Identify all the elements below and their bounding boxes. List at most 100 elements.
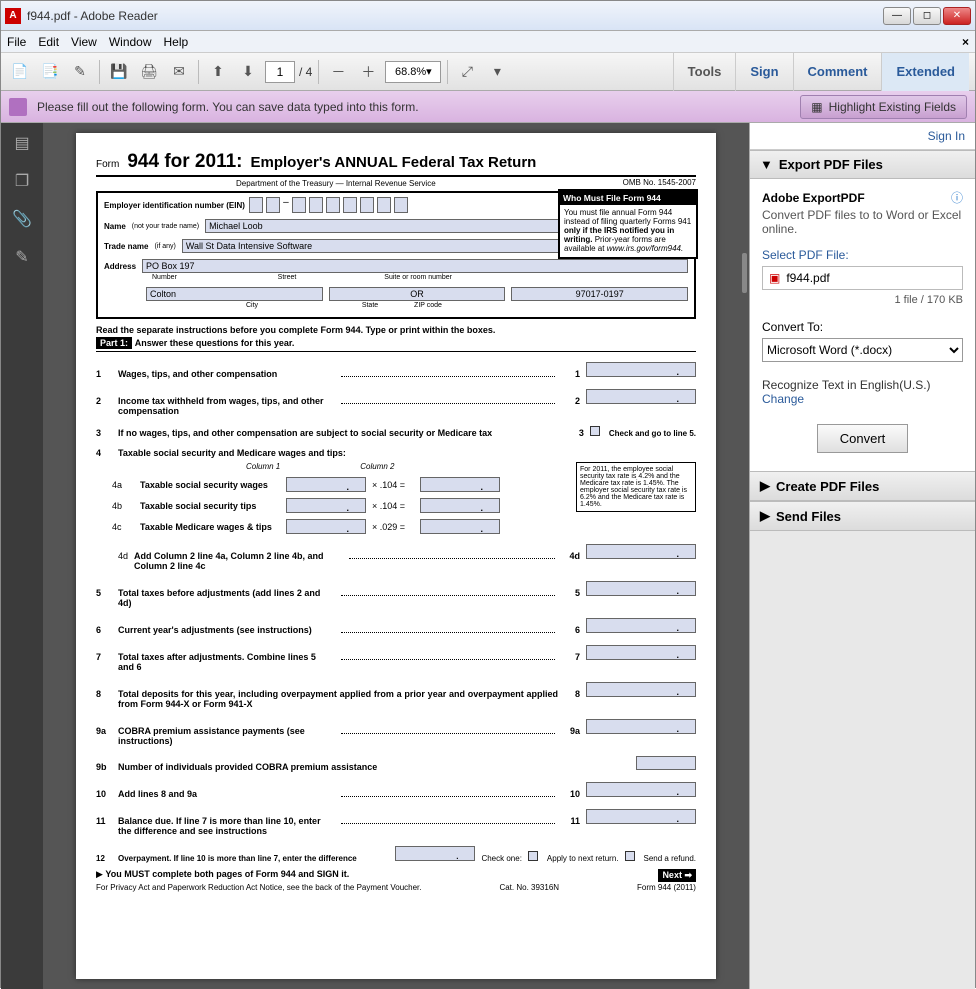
line10-amount[interactable] (586, 782, 696, 797)
highlight-fields-button[interactable]: ▦ Highlight Existing Fields (800, 95, 967, 119)
help-icon[interactable]: ⓘ (951, 189, 963, 206)
street-field[interactable]: PO Box 197 (142, 259, 688, 273)
addr-state-label: State (352, 302, 388, 309)
line6-amount[interactable] (586, 618, 696, 633)
line-2: 2Income tax withheld from wages, tips, a… (96, 389, 696, 416)
send-refund-checkbox[interactable] (625, 851, 635, 861)
tab-tools[interactable]: Tools (673, 53, 736, 91)
line4a-col1[interactable] (286, 477, 366, 492)
zoom-in-icon[interactable]: ＋ (355, 59, 381, 85)
ein-field[interactable]: – (249, 197, 408, 213)
addr-zip-label: ZIP code (388, 302, 468, 309)
line9a-amount[interactable] (586, 719, 696, 734)
menu-bar: File Edit View Window Help × (1, 31, 975, 53)
line11-amount[interactable] (586, 809, 696, 824)
print-icon[interactable]: 🖨 (136, 59, 162, 85)
menu-help[interactable]: Help (164, 35, 189, 49)
page-number-input[interactable] (265, 61, 295, 83)
create-header-label: Create PDF Files (776, 479, 879, 494)
apply-next-checkbox[interactable] (528, 851, 538, 861)
zip-field[interactable]: 97017-0197 (511, 287, 688, 301)
selected-file-box[interactable]: ▣ f944.pdf (762, 266, 963, 290)
minimize-button[interactable]: — (883, 7, 911, 25)
change-link[interactable]: Change (762, 392, 963, 406)
convert-button[interactable]: Convert (817, 424, 909, 453)
zoom-out-icon[interactable]: － (325, 59, 351, 85)
tab-comment[interactable]: Comment (793, 53, 882, 91)
selected-filename: f944.pdf (786, 271, 829, 285)
email-icon[interactable]: ✉ (166, 59, 192, 85)
sign-in-link[interactable]: Sign In (750, 123, 975, 150)
line4c-col1[interactable] (286, 519, 366, 534)
pdf-icon: ▣ (769, 271, 780, 285)
line4b-col2[interactable] (420, 498, 500, 513)
fit-icon[interactable]: ⤢ (454, 59, 480, 85)
tab-sign[interactable]: Sign (735, 53, 792, 91)
pages-icon[interactable]: ❐ (12, 171, 32, 191)
read-mode-dropdown-icon[interactable]: ▾ (484, 59, 510, 85)
convert-format-select[interactable]: Microsoft Word (*.docx) (762, 338, 963, 362)
page-total-label: / 4 (299, 65, 312, 79)
toolbar-tabs: Tools Sign Comment Extended (673, 53, 969, 91)
menu-window[interactable]: Window (109, 35, 152, 49)
line4b-col1[interactable] (286, 498, 366, 513)
export-pdf-accordion[interactable]: ▼Export PDF Files (750, 150, 975, 179)
convert-to-label: Convert To: (762, 320, 963, 334)
toolbar-separator (99, 60, 100, 84)
trade-hint: (if any) (154, 243, 175, 250)
create-pdf-icon[interactable]: 📑 (37, 59, 63, 85)
page-up-icon[interactable]: ⬆ (205, 59, 231, 85)
menu-view[interactable]: View (71, 35, 97, 49)
part1-text: Answer these questions for this year. (135, 338, 295, 348)
line8-amount[interactable] (586, 682, 696, 697)
name-label: Name (104, 222, 126, 231)
chevron-right-icon: ▶ (760, 478, 770, 494)
send-files-accordion[interactable]: ▶Send Files (750, 501, 975, 531)
line-8: 8Total deposits for this year, including… (96, 682, 696, 709)
line-6: 6Current year's adjustments (see instruc… (96, 618, 696, 635)
line-10: 10Add lines 8 and 9a10 (96, 782, 696, 799)
menu-edit[interactable]: Edit (38, 35, 59, 49)
privacy-notice: For Privacy Act and Paperwork Reduction … (96, 883, 422, 892)
menu-file[interactable]: File (7, 35, 26, 49)
menubar-close-icon[interactable]: × (962, 35, 969, 49)
save-icon[interactable]: 💾 (106, 59, 132, 85)
line5-amount[interactable] (586, 581, 696, 596)
col1-header: Column 1 (246, 462, 280, 471)
line4c-col2[interactable] (420, 519, 500, 534)
export-pdf-icon[interactable]: 📄 (7, 59, 33, 85)
signatures-icon[interactable]: ✎ (12, 247, 32, 267)
toolbar-separator (318, 60, 319, 84)
line4d-amount[interactable] (586, 544, 696, 559)
document-viewport[interactable]: Form 944 for 2011: Employer's ANNUAL Fed… (43, 123, 749, 989)
maximize-button[interactable]: ◻ (913, 7, 941, 25)
scrollbar-thumb[interactable] (742, 253, 747, 293)
line9b-count[interactable] (636, 756, 696, 770)
line1-amount[interactable] (586, 362, 696, 377)
attachments-icon[interactable]: 📎 (12, 209, 32, 229)
line2-amount[interactable] (586, 389, 696, 404)
tab-extended[interactable]: Extended (881, 53, 969, 91)
line3-checkbox[interactable] (590, 426, 600, 436)
name-hint: (not your trade name) (132, 223, 199, 230)
close-button[interactable]: ✕ (943, 7, 971, 25)
must-complete: You MUST complete both pages of Form 944… (105, 869, 349, 879)
edit-icon[interactable]: ✎ (67, 59, 93, 85)
chevron-right-icon: ▶ (760, 508, 770, 524)
line4a-col2[interactable] (420, 477, 500, 492)
line-4: 4Taxable social security and Medicare wa… (96, 448, 696, 458)
export-panel-body: Adobe ExportPDF ⓘ Convert PDF files to t… (750, 179, 975, 471)
thumbnails-icon[interactable]: ▤ (12, 133, 32, 153)
trade-label: Trade name (104, 242, 148, 251)
city-field[interactable]: Colton (146, 287, 323, 301)
addr-number-label: Number (152, 274, 212, 281)
highlight-icon: ▦ (811, 100, 822, 114)
zoom-level-field[interactable]: 68.8% ▾ (385, 61, 441, 83)
line7-amount[interactable] (586, 645, 696, 660)
page-down-icon[interactable]: ⬇ (235, 59, 261, 85)
line-11: 11Balance due. If line 7 is more than li… (96, 809, 696, 836)
state-field[interactable]: OR (329, 287, 506, 301)
line12-amount[interactable] (395, 846, 475, 861)
window-title: f944.pdf - Adobe Reader (27, 9, 881, 23)
create-pdf-accordion[interactable]: ▶ Create PDF Files (750, 471, 975, 501)
